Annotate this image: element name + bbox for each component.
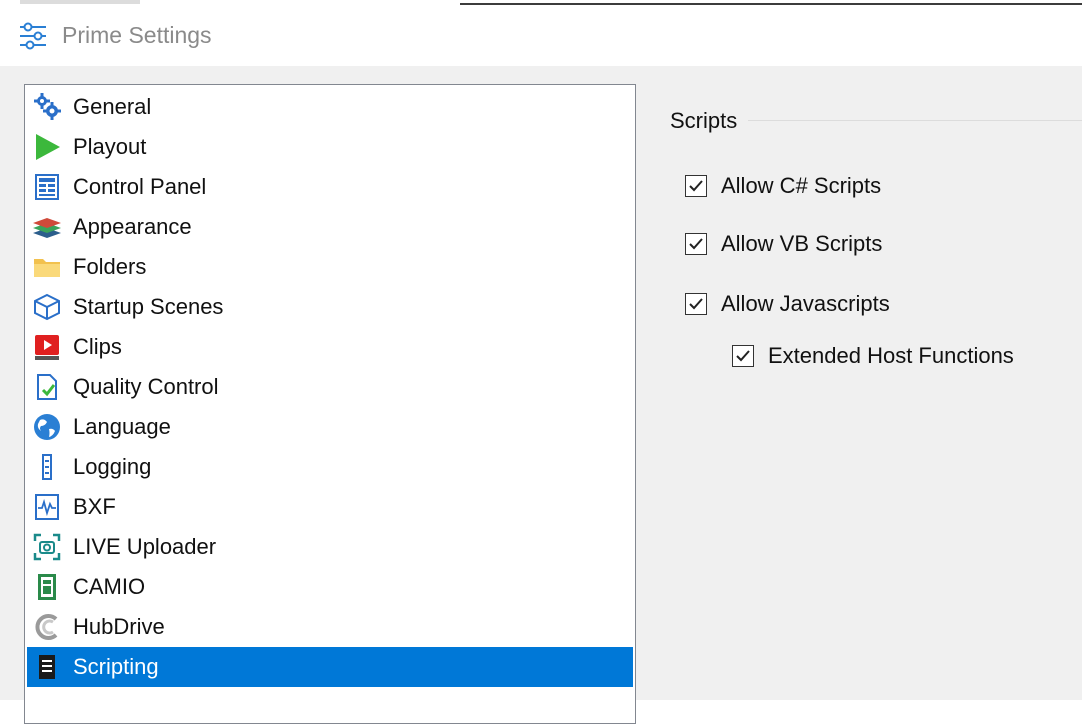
video-clip-icon (31, 331, 63, 363)
globe-icon (31, 411, 63, 443)
allow-csharp-scripts-checkbox[interactable] (685, 175, 707, 197)
nav-item-logging[interactable]: Logging (27, 447, 633, 487)
allow-vb-scripts-option[interactable]: Allow VB Scripts (685, 231, 882, 257)
nav-item-label: Logging (73, 454, 152, 479)
nav-item-label: HubDrive (73, 614, 165, 639)
settings-category-list[interactable]: General Playout Control Panel Appearance (24, 84, 636, 724)
document-check-icon (31, 371, 63, 403)
top-window-edge (0, 0, 1082, 8)
background-window-fragment (20, 0, 140, 4)
checkmark-icon (689, 180, 703, 192)
nav-item-live-uploader[interactable]: LIVE Uploader (27, 527, 633, 567)
checkbox-label: Allow Javascripts (721, 291, 890, 316)
script-icon (31, 651, 63, 683)
nav-item-language[interactable]: Language (27, 407, 633, 447)
nav-item-bxf[interactable]: BXF (27, 487, 633, 527)
play-icon (31, 131, 63, 163)
settings-sliders-icon (18, 21, 48, 51)
nav-item-label: General (73, 94, 152, 119)
nav-item-label: Playout (73, 134, 147, 159)
nav-item-playout[interactable]: Playout (27, 127, 633, 167)
checkbox-label: Extended Host Functions (768, 343, 1014, 368)
allow-csharp-scripts-option[interactable]: Allow C# Scripts (685, 173, 881, 199)
nav-item-camio[interactable]: CAMIO (27, 567, 633, 607)
window-titlebar: Prime Settings (0, 8, 1082, 66)
camera-focus-icon (31, 531, 63, 563)
control-panel-icon (31, 171, 63, 203)
nav-item-label: CAMIO (73, 574, 146, 599)
nav-item-startup-scenes[interactable]: Startup Scenes (27, 287, 633, 327)
camio-icon (31, 571, 63, 603)
layers-icon (31, 211, 63, 243)
gears-icon (31, 91, 63, 123)
nav-item-label: Folders (73, 254, 147, 279)
folder-icon (31, 251, 63, 283)
cube-icon (31, 291, 63, 323)
nav-item-label: Control Panel (73, 174, 207, 199)
nav-item-label: Language (73, 414, 171, 439)
nav-item-scripting[interactable]: Scripting (27, 647, 633, 687)
nav-item-label: LIVE Uploader (73, 534, 217, 559)
allow-javascripts-option[interactable]: Allow Javascripts (685, 291, 890, 317)
checkbox-label: Allow C# Scripts (721, 173, 882, 198)
nav-item-hubdrive[interactable]: HubDrive (27, 607, 633, 647)
nav-item-general[interactable]: General (27, 87, 633, 127)
nav-item-label: BXF (73, 494, 116, 519)
nav-item-clips[interactable]: Clips (27, 327, 633, 367)
nav-item-quality-control[interactable]: Quality Control (27, 367, 633, 407)
nav-item-folders[interactable]: Folders (27, 247, 633, 287)
settings-content: General Playout Control Panel Appearance (0, 66, 1082, 724)
nav-item-label: Scripting (73, 654, 159, 679)
nav-item-label: Clips (73, 334, 122, 359)
checkmark-icon (736, 350, 750, 362)
nav-item-label: Appearance (73, 214, 192, 239)
checkbox-label: Allow VB Scripts (721, 231, 883, 256)
group-box-line (748, 120, 1082, 121)
checkmark-icon (689, 298, 703, 310)
scripts-group-label: Scripts (670, 108, 738, 133)
background-window-border (460, 3, 1082, 5)
hubdrive-icon (31, 611, 63, 643)
extended-host-functions-option[interactable]: Extended Host Functions (732, 343, 1014, 369)
log-icon (31, 451, 63, 483)
nav-item-label: Quality Control (73, 374, 219, 399)
nav-item-label: Startup Scenes (73, 294, 224, 319)
waveform-icon (31, 491, 63, 523)
checkmark-icon (689, 238, 703, 250)
nav-item-appearance[interactable]: Appearance (27, 207, 633, 247)
allow-vb-scripts-checkbox[interactable] (685, 233, 707, 255)
extended-host-functions-checkbox[interactable] (732, 345, 754, 367)
allow-javascripts-checkbox[interactable] (685, 293, 707, 315)
window-title: Prime Settings (62, 22, 212, 48)
nav-item-control-panel[interactable]: Control Panel (27, 167, 633, 207)
